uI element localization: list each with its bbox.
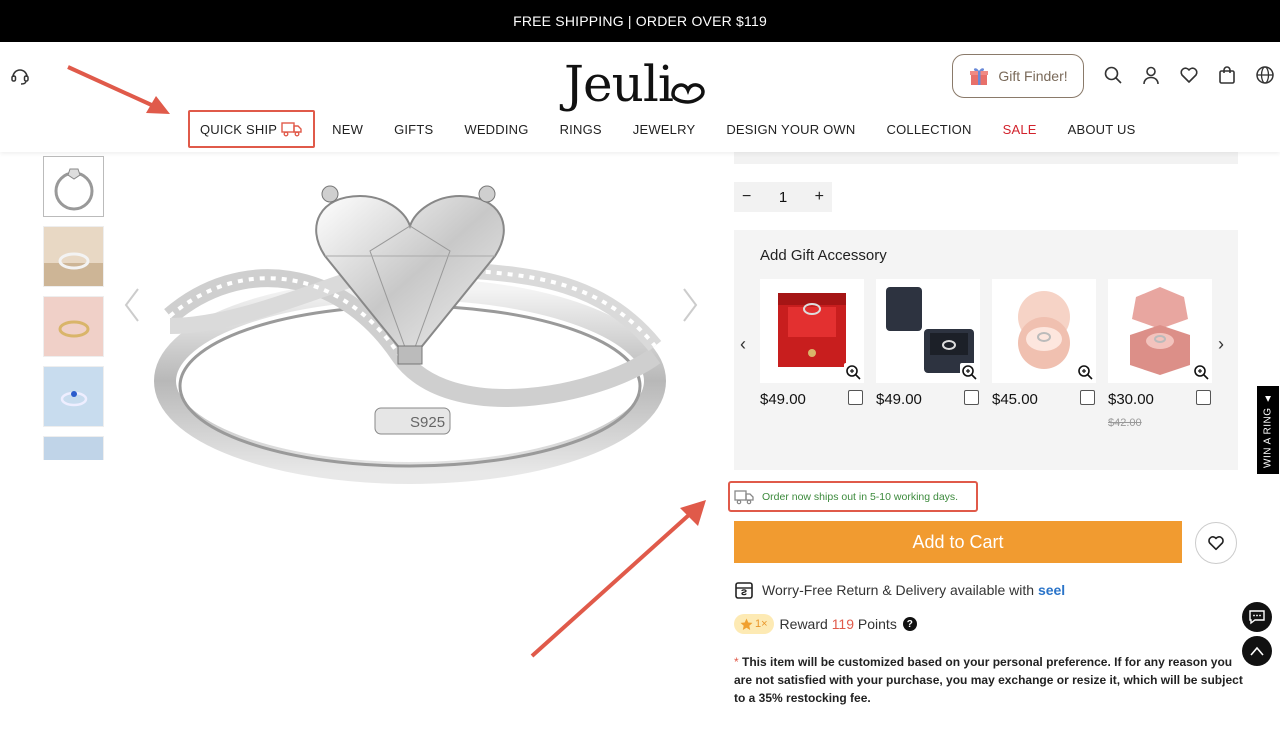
zoom-icon[interactable] <box>1076 363 1094 381</box>
chevron-up-icon <box>1250 646 1264 656</box>
nav-rings[interactable]: RINGS <box>560 122 602 137</box>
note-asterisk: * <box>734 655 743 669</box>
truck-icon <box>281 122 302 137</box>
nav-quick-ship-label: QUICK SHIP <box>200 121 278 137</box>
nav-jewelry[interactable]: JEWELRY <box>633 122 696 137</box>
increase-button[interactable]: + <box>815 188 824 206</box>
site-logo[interactable]: Jeuli <box>564 54 705 114</box>
gift-item-price: $49.00 <box>876 391 922 408</box>
nav-new[interactable]: NEW <box>332 122 363 137</box>
thumbnail-4[interactable] <box>43 366 104 427</box>
customization-note: * This item will be customized based on … <box>734 653 1244 707</box>
gift-finder-button[interactable]: Gift Finder! <box>952 54 1084 98</box>
gift-item-checkbox[interactable] <box>1080 390 1095 405</box>
search-icon[interactable] <box>1102 64 1124 86</box>
option-panel-bottom <box>734 152 1238 164</box>
thumbnail-2[interactable] <box>43 226 104 287</box>
gift-prev-arrow[interactable]: ‹ <box>740 334 746 355</box>
wishlist-button[interactable] <box>1195 522 1237 564</box>
nav-design-your-own[interactable]: DESIGN YOUR OWN <box>726 122 855 137</box>
promo-text: FREE SHIPPING | ORDER OVER $119 <box>513 13 767 29</box>
chat-button[interactable] <box>1242 602 1272 632</box>
reward-suffix: Points <box>854 616 897 632</box>
reward-multiplier: 1× <box>755 618 768 630</box>
logo-text: Jeuli <box>564 55 674 113</box>
chat-icon <box>1249 610 1265 625</box>
gift-item-4[interactable]: $30.00 $42.00 <box>1108 279 1212 429</box>
add-to-cart-button[interactable]: Add to Cart <box>734 521 1182 563</box>
heart-logo-icon <box>671 83 705 104</box>
headset-icon[interactable] <box>10 66 30 86</box>
product-main-image: S925 <box>120 156 710 486</box>
decrease-button[interactable]: − <box>742 188 751 206</box>
gift-item-1[interactable]: $49.00 <box>760 279 864 408</box>
annotation-arrowhead-2 <box>680 500 706 526</box>
gift-finder-label: Gift Finder! <box>998 68 1068 84</box>
reward-star-icon <box>740 618 753 630</box>
promo-banner: FREE SHIPPING | ORDER OVER $119 <box>0 0 1280 42</box>
gift-item-checkbox[interactable] <box>1196 390 1211 405</box>
zoom-icon[interactable] <box>1192 363 1210 381</box>
worry-free-row: Worry-Free Return & Delivery available w… <box>734 580 1065 600</box>
quantity-value[interactable]: 1 <box>779 189 787 206</box>
thumbnail-list <box>43 156 105 460</box>
gift-item-image[interactable] <box>760 279 864 383</box>
gift-accessory-title: Add Gift Accessory <box>760 247 887 264</box>
shipping-notice: Order now ships out in 5-10 working days… <box>728 481 978 512</box>
shipping-notice-text: Order now ships out in 5-10 working days… <box>762 490 959 503</box>
gift-item-old-price: $42.00 <box>1108 417 1142 429</box>
seel-link[interactable]: seel <box>1038 582 1065 598</box>
gift-item-price: $45.00 <box>992 391 1038 408</box>
heart-icon[interactable] <box>1178 64 1200 86</box>
reward-prefix: Reward <box>779 616 832 632</box>
annotation-arrow-2 <box>530 512 692 658</box>
header-icons <box>1102 64 1276 86</box>
gift-item-image[interactable] <box>1108 279 1212 383</box>
gift-item-checkbox[interactable] <box>848 390 863 405</box>
gift-icon <box>970 68 989 85</box>
thumbnail-3[interactable] <box>43 296 104 357</box>
gift-item-image[interactable] <box>876 279 980 383</box>
globe-icon[interactable] <box>1254 64 1276 86</box>
shield-box-icon <box>735 582 753 599</box>
heart-icon <box>1208 536 1224 551</box>
zoom-icon[interactable] <box>960 363 978 381</box>
back-to-top-button[interactable] <box>1242 636 1272 666</box>
site-header: Jeuli Gift Finder! QUICK SHIP NEW GIFTS … <box>0 42 1280 152</box>
gift-item-price: $49.00 <box>760 391 806 408</box>
gift-item-3[interactable]: $45.00 <box>992 279 1096 408</box>
prev-image-arrow[interactable] <box>122 285 142 325</box>
quantity-stepper: − 1 + <box>734 182 832 212</box>
note-text: This item will be customized based on yo… <box>734 655 1243 705</box>
nav-collection[interactable]: COLLECTION <box>887 122 972 137</box>
bag-icon[interactable] <box>1216 64 1238 86</box>
gift-accessory-panel: Add Gift Accessory ‹ $49.00 $49.00 $45.0… <box>734 230 1238 470</box>
next-image-arrow[interactable] <box>680 285 700 325</box>
nav-about-us[interactable]: ABOUT US <box>1068 122 1136 137</box>
nav-gifts[interactable]: GIFTS <box>394 122 433 137</box>
gift-item-2[interactable]: $49.00 <box>876 279 980 408</box>
reward-row: 1× Reward 119 Points ? <box>734 614 917 634</box>
nav-wedding[interactable]: WEDDING <box>464 122 528 137</box>
help-icon[interactable]: ? <box>902 617 917 631</box>
gift-next-arrow[interactable]: › <box>1218 334 1224 355</box>
nav-sale[interactable]: SALE <box>1003 122 1037 137</box>
thumbnail-1[interactable] <box>43 156 104 217</box>
user-icon[interactable] <box>1140 64 1162 86</box>
reward-points: 119 <box>831 616 855 632</box>
gift-item-image[interactable] <box>992 279 1096 383</box>
truck-icon <box>734 489 754 504</box>
zoom-icon[interactable] <box>844 363 862 381</box>
thumbnail-5[interactable] <box>43 436 104 460</box>
nav-quick-ship[interactable]: QUICK SHIP <box>188 110 316 148</box>
win-a-ring-tab[interactable]: WIN A RING ▲ <box>1257 386 1279 474</box>
main-nav: QUICK SHIP NEW GIFTS WEDDING RINGS JEWEL… <box>188 110 1135 148</box>
worry-text: Worry-Free Return & Delivery available w… <box>762 582 1038 598</box>
gift-item-price: $30.00 <box>1108 391 1154 408</box>
reward-badge: 1× <box>734 614 774 634</box>
engraving-text: S925 <box>410 414 445 431</box>
gift-item-checkbox[interactable] <box>964 390 979 405</box>
